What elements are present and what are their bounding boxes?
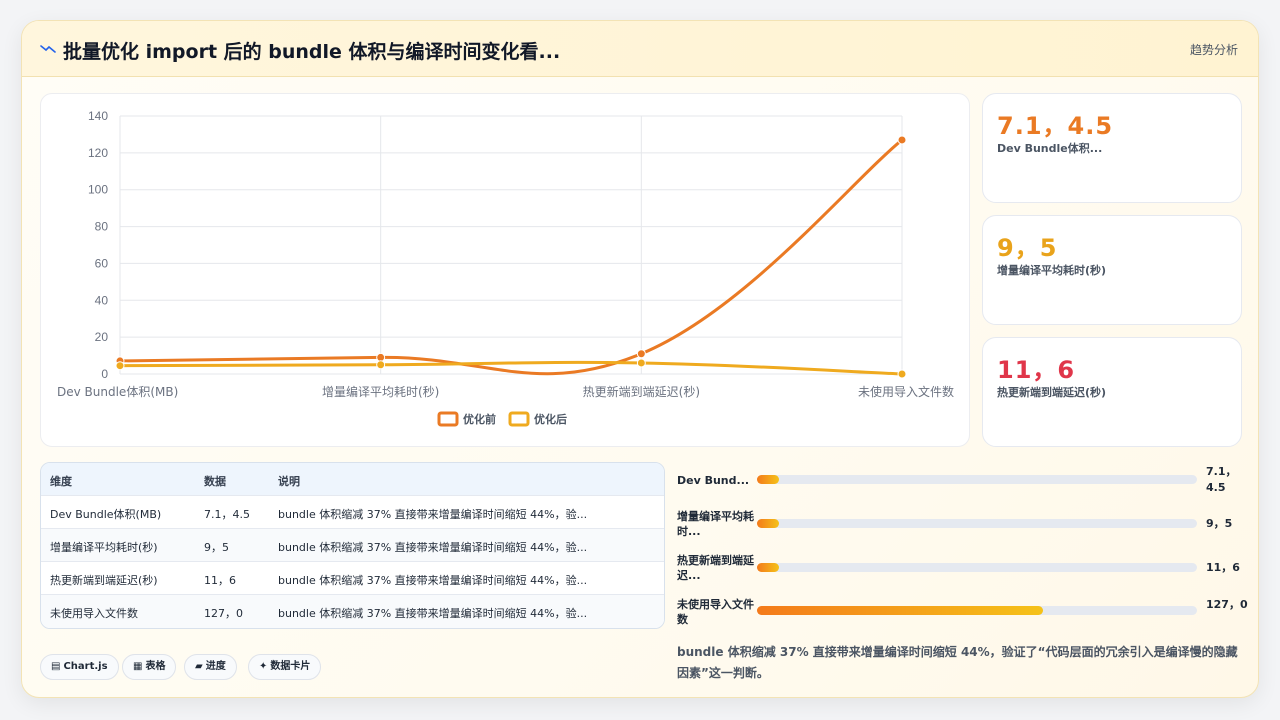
table-header-cell: 维度 <box>50 475 72 488</box>
dashboard-card: 批量优化 import 后的 bundle 体积与编译时间变化看... 趋势分析… <box>21 20 1259 698</box>
stat-card-compile: 9，5 增量编译平均耗时(秒) <box>982 215 1242 325</box>
x-tick-label: Dev Bundle体积(MB) <box>57 385 178 399</box>
table-cell: 热更新端到端延迟(秒) <box>50 574 158 587</box>
line-chart-panel: 0 20 40 60 80 100 120 140 Dev Bundle体积(MB) 增量编译平均… <box>40 93 970 447</box>
legend-swatch <box>437 411 459 427</box>
chip-table[interactable]: ▦ 表格 <box>122 654 177 680</box>
progress-fill <box>757 563 779 572</box>
x-tick-label: 未使用导入文件数 <box>858 384 954 399</box>
data-table: 维度 数据 说明 Dev Bundle体积(MB) 7.1，4.5 bundle… <box>40 462 665 629</box>
chip-chartjs[interactable]: ▤ Chart.js <box>40 654 119 680</box>
progress-fill <box>757 475 779 484</box>
progress-value: 7.1，4.5 <box>1206 465 1237 494</box>
table-header-cell: 数据 <box>204 475 226 488</box>
progress-value: 11，6 <box>1206 561 1240 574</box>
data-point <box>376 352 386 362</box>
progress-fill <box>757 606 1043 615</box>
table-cell: Dev Bundle体积(MB) <box>50 508 162 521</box>
y-tick-label: 140 <box>88 109 108 123</box>
progress-track <box>757 563 1197 572</box>
stat-label: Dev Bundle体积... <box>997 142 1103 155</box>
table-cell: 7.1，4.5 <box>204 508 250 521</box>
legend-swatch <box>508 411 530 427</box>
table-cell: bundle 体积缩减 37% 直接带来增量编译时间缩短 44%，验... <box>278 541 588 554</box>
stat-value: 7.1，4.5 <box>997 112 1114 140</box>
y-tick-label: 20 <box>95 330 109 344</box>
table-header-row: 维度 数据 说明 <box>41 463 664 496</box>
data-point <box>636 358 646 368</box>
progress-value: 9，5 <box>1206 517 1233 530</box>
series-line <box>119 138 903 376</box>
table-cell: bundle 体积缩减 37% 直接带来增量编译时间缩短 44%，验... <box>278 607 588 620</box>
y-tick-label: 80 <box>95 220 109 234</box>
table-icon: ▦ <box>133 661 143 672</box>
progress-label: 热更新端到端延迟... <box>677 554 754 582</box>
table-row: 增量编译平均耗时(秒) 9，5 bundle 体积缩减 37% 直接带来增量编译… <box>41 529 664 562</box>
page-title: 批量优化 import 后的 bundle 体积与编译时间变化看... <box>63 41 561 63</box>
legend-label: 优化前 <box>463 412 496 426</box>
y-tick-label: 40 <box>95 293 109 307</box>
table-row: Dev Bundle体积(MB) 7.1，4.5 bundle 体积缩减 37%… <box>41 496 664 529</box>
data-point <box>897 369 907 379</box>
line-chart: 0 20 40 60 80 100 120 140 Dev Bundle体积(MB) 增量编译平均… <box>57 109 954 427</box>
data-point <box>115 361 125 371</box>
progress-icon: ▰ <box>195 661 203 672</box>
stat-card-bundle: 7.1，4.5 Dev Bundle体积... <box>982 93 1242 203</box>
progress-label: 增量编译平均耗时... <box>677 510 754 538</box>
x-tick-label: 增量编译平均耗时(秒) <box>322 384 439 399</box>
table-cell: bundle 体积缩减 37% 直接带来增量编译时间缩短 44%，验... <box>278 574 588 587</box>
stat-value: 9，5 <box>997 234 1058 262</box>
y-tick-label: 0 <box>101 367 108 381</box>
table-cell: 11，6 <box>204 574 236 587</box>
data-point <box>897 135 907 145</box>
legend-label: 优化后 <box>534 412 567 426</box>
stat-label: 热更新端到端延迟(秒) <box>997 386 1107 399</box>
progress-value: 127，0 <box>1206 598 1248 611</box>
table-header-cell: 说明 <box>278 475 300 488</box>
table-cell: 9，5 <box>204 541 229 554</box>
summary-text: bundle 体积缩减 37% 直接带来增量编译时间缩短 44%，验证了“代码层… <box>677 645 1238 680</box>
stat-card-hmr: 11，6 热更新端到端延迟(秒) <box>982 337 1242 447</box>
progress-track <box>757 475 1197 484</box>
table-cell: 未使用导入文件数 <box>50 607 138 620</box>
y-tick-label: 60 <box>95 256 109 270</box>
table-cell: 增量编译平均耗时(秒) <box>50 541 158 554</box>
chip-progress[interactable]: ▰ 进度 <box>184 654 237 680</box>
stat-label: 增量编译平均耗时(秒) <box>997 264 1107 277</box>
progress-label: Dev Bund... <box>677 474 750 487</box>
table-row: 未使用导入文件数 127，0 bundle 体积缩减 37% 直接带来增量编译时… <box>41 595 664 628</box>
progress-track <box>757 519 1197 528</box>
table-cell: bundle 体积缩减 37% 直接带来增量编译时间缩短 44%，验... <box>278 508 588 521</box>
table-row: 热更新端到端延迟(秒) 11，6 bundle 体积缩减 37% 直接带来增量编… <box>41 562 664 595</box>
table-cell: 127，0 <box>204 607 243 620</box>
data-point <box>376 360 386 370</box>
progress-fill <box>757 519 779 528</box>
progress-track <box>757 606 1197 615</box>
header: 批量优化 import 后的 bundle 体积与编译时间变化看... 趋势分析 <box>22 21 1258 77</box>
sparkle-icon: ✦ <box>259 661 268 672</box>
chip-data-card[interactable]: ✦ 数据卡片 <box>248 654 322 680</box>
y-tick-label: 120 <box>88 146 108 160</box>
data-point <box>636 349 646 359</box>
progress-label: 未使用导入文件数 <box>677 598 754 626</box>
chart-icon: ▤ <box>51 661 61 672</box>
x-tick-label: 热更新端到端延迟(秒) <box>583 384 700 399</box>
header-tag: 趋势分析 <box>1189 43 1238 57</box>
stat-value: 11，6 <box>997 356 1076 384</box>
y-tick-label: 100 <box>88 183 108 197</box>
trend-line-icon <box>40 45 56 53</box>
